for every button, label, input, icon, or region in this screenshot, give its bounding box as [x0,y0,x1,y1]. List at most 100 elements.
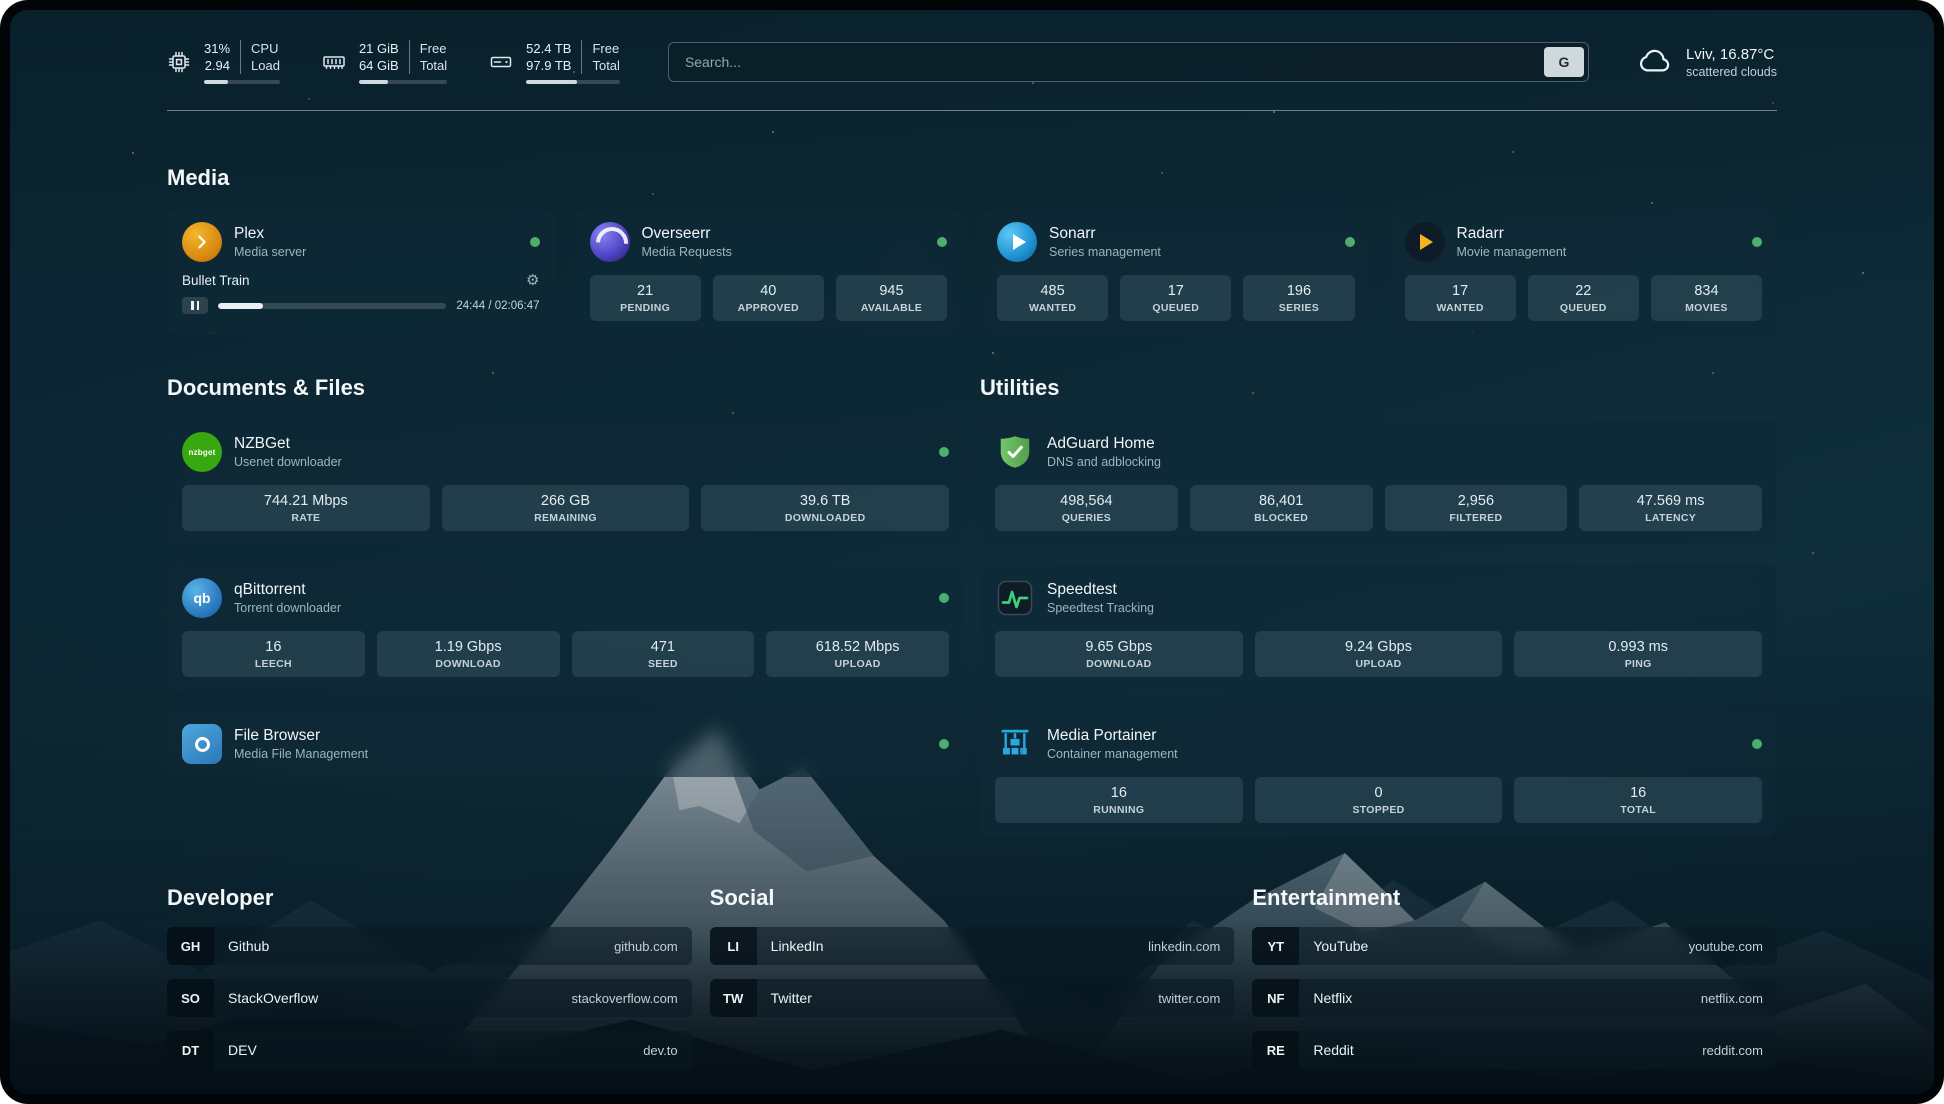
cpu-stat: 31% 2.94 CPU Load [167,40,280,84]
stat-running: 16 RUNNING [995,777,1243,823]
stat-rate: 744.21 Mbps RATE [182,485,430,531]
status-online-dot [939,447,949,457]
bookmark-github[interactable]: GH Github github.com [167,927,692,965]
app-description: Media server [234,245,306,259]
bookmark-url: twitter.com [1158,991,1220,1006]
app-name: Overseerr [642,225,732,243]
disk-icon [489,50,513,74]
utilities-column: Utilities [980,335,1777,837]
app-name: NZBGet [234,435,342,453]
app-card-filebrowser[interactable]: File Browser Media File Management [167,711,964,777]
bookmark-abbr-badge: TW [710,979,757,1017]
bookmark-linkedin[interactable]: LI LinkedIn linkedin.com [710,927,1235,965]
media-card-grid: Plex Media server Bullet Train ⚙ [167,209,1777,335]
bookmark-name: Reddit [1313,1042,1353,1058]
app-card-qbittorrent[interactable]: qb qBittorrent Torrent downloader 16 [167,565,964,691]
overseerr-icon [590,222,630,262]
system-stats: 31% 2.94 CPU Load [167,40,620,84]
app-card-speedtest[interactable]: Speedtest Speedtest Tracking 9.65 Gbps D… [980,565,1777,691]
app-name: Plex [234,225,306,243]
bookmark-url: dev.to [643,1043,677,1058]
bookmark-youtube[interactable]: YT YouTube youtube.com [1252,927,1777,965]
stat-seed: 471 SEED [572,631,755,677]
weather-condition: scattered clouds [1686,65,1777,79]
top-bar: 31% 2.94 CPU Load [167,40,1777,84]
stat-blocked: 86,401 BLOCKED [1190,485,1373,531]
bookmark-stackoverflow[interactable]: SO StackOverflow stackoverflow.com [167,979,692,1017]
stat-queued: 22 QUEUED [1528,275,1639,321]
bookmark-url: github.com [614,939,678,954]
cpu-icon [167,50,191,74]
stat-upload: 9.24 Gbps UPLOAD [1255,631,1503,677]
bookmark-abbr-badge: NF [1252,979,1299,1017]
pause-icon[interactable] [182,297,208,314]
stat-total: 16 TOTAL [1514,777,1762,823]
dashboard-screen: 31% 2.94 CPU Load [10,10,1934,1094]
sonarr-icon [997,222,1037,262]
app-card-adguard[interactable]: AdGuard Home DNS and adblocking 498,564 … [980,419,1777,545]
qbittorrent-icon: qb [182,578,222,618]
stat-filtered: 2,956 FILTERED [1385,485,1568,531]
bookmark-twitter[interactable]: TW Twitter twitter.com [710,979,1235,1017]
search-engine-button[interactable]: G [1544,47,1584,77]
app-description: Media File Management [234,747,368,761]
memory-free-label: Free [420,40,447,57]
search-input[interactable] [673,54,1544,70]
bookmark-url: netflix.com [1701,991,1763,1006]
speedtest-icon [995,578,1035,618]
section-title-developer: Developer [167,885,692,911]
cpu-usage-value: 31% [204,40,230,57]
ram-icon [322,50,346,74]
bookmark-dev[interactable]: DT DEV dev.to [167,1031,692,1069]
stat-remaining: 266 GB REMAINING [442,485,690,531]
bookmarks-grid: Developer GH Github github.com SO StackO… [167,837,1777,1069]
bookmark-group-entertainment: Entertainment YT YouTube youtube.com NF … [1252,837,1777,1069]
stat-upload: 618.52 Mbps UPLOAD [766,631,949,677]
plex-icon [182,222,222,262]
bookmark-reddit[interactable]: RE Reddit reddit.com [1252,1031,1777,1069]
app-name: File Browser [234,727,368,745]
app-name: AdGuard Home [1047,435,1161,453]
bookmark-name: Netflix [1313,990,1352,1006]
bookmark-netflix[interactable]: NF Netflix netflix.com [1252,979,1777,1017]
stat-latency: 47.569 ms LATENCY [1579,485,1762,531]
storage-free-value: 52.4 TB [526,40,571,57]
status-online-dot [1345,237,1355,247]
app-card-nzbget[interactable]: nzbget NZBGet Usenet downloader 744.21 M… [167,419,964,545]
app-description: Speedtest Tracking [1047,601,1154,615]
radarr-icon [1405,222,1445,262]
stat-queued: 17 QUEUED [1120,275,1231,321]
section-title-documents: Documents & Files [167,375,964,401]
bookmark-name: LinkedIn [771,938,824,954]
memory-total-label: Total [420,57,447,74]
app-description: DNS and adblocking [1047,455,1161,469]
stat-pending: 21 PENDING [590,275,701,321]
documents-column: Documents & Files nzbget NZBGet Usenet d… [167,335,964,777]
app-card-overseerr[interactable]: Overseerr Media Requests 21 PENDING 40 A… [575,209,963,335]
app-card-portainer[interactable]: Media Portainer Container management 16 … [980,711,1777,837]
memory-total-value: 64 GiB [359,57,399,74]
bookmark-abbr-badge: SO [167,979,214,1017]
memory-progress-bar [359,80,447,84]
section-title-media: Media [167,165,1777,191]
settings-gear-icon[interactable]: ⚙ [526,273,539,288]
bookmark-abbr-badge: RE [1252,1031,1299,1069]
status-online-dot [937,237,947,247]
search-bar[interactable]: G [668,42,1589,82]
playback-progress-bar[interactable] [218,303,446,309]
section-title-social: Social [710,885,1235,911]
app-card-radarr[interactable]: Radarr Movie management 17 WANTED 22 QUE… [1390,209,1778,335]
stat-approved: 40 APPROVED [713,275,824,321]
app-description: Container management [1047,747,1178,761]
status-online-dot [1752,237,1762,247]
header-divider [167,110,1777,111]
status-online-dot [530,237,540,247]
stat-ping: 0.993 ms PING [1514,631,1762,677]
app-card-plex[interactable]: Plex Media server Bullet Train ⚙ [167,209,555,335]
weather-location: Lviv, 16.87°C [1686,46,1777,63]
app-card-sonarr[interactable]: Sonarr Series management 485 WANTED 17 Q… [982,209,1370,335]
stat-download: 1.19 Gbps DOWNLOAD [377,631,560,677]
status-online-dot [1752,739,1762,749]
cpu-load-label: Load [251,57,280,74]
section-title-entertainment: Entertainment [1252,885,1777,911]
